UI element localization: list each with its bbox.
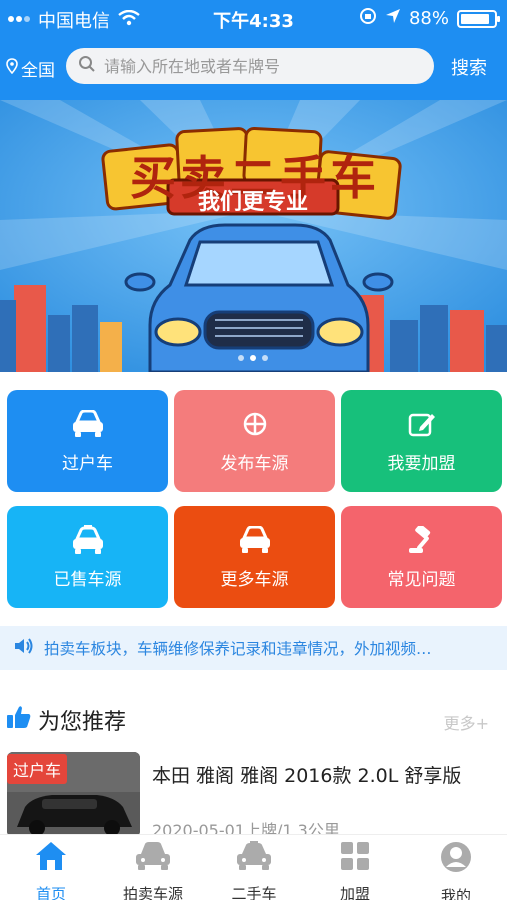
car-icon [71,409,105,439]
crosshair-icon [238,409,272,439]
taxi-icon [71,524,105,555]
tile-label: 我要加盟 [387,453,456,474]
tab-bar: 首页 拍卖车源 二手车 加盟 我的 [0,834,507,900]
more-link[interactable]: 更多+ [444,710,489,734]
tab-used-cars[interactable]: 二手车 [204,841,304,900]
tab-join[interactable]: 加盟 [305,841,405,900]
gavel-icon [405,525,439,555]
tab-auction-listings[interactable]: 拍卖车源 [103,841,203,900]
notice-text: 拍卖车板块，车辆维修保养记录和违章情况，外加视频… [44,640,432,658]
speaker-icon [14,637,34,659]
tab-label: 二手车 [231,885,277,900]
banner-illustration [0,100,507,372]
tile-label: 过户车 [62,453,113,474]
tile-sold-listings[interactable]: 已售车源 [7,506,168,608]
function-grid: 过户车 发布车源 我要加盟 已售车源 更多车源 常见问题 [7,390,502,610]
location-label: 全国 [21,61,55,81]
tile-label: 发布车源 [220,453,289,474]
banner-subheadline: 我们更专业 [197,190,308,215]
car-icon [238,525,272,555]
user-icon [440,841,472,877]
search-icon [78,55,96,77]
thumbs-up-icon [6,705,32,735]
search-box[interactable] [66,48,434,84]
tile-label: 常见问题 [387,569,456,590]
tile-transfer-car[interactable]: 过户车 [7,390,168,492]
battery-percent: 88% [408,8,449,29]
home-icon [34,841,68,875]
tile-faq[interactable]: 常见问题 [341,506,502,608]
tab-home[interactable]: 首页 [1,841,101,900]
tab-mine[interactable]: 我的 [406,841,506,900]
location-selector[interactable]: 全国 [6,56,55,81]
tab-label: 拍卖车源 [122,885,183,900]
promo-banner[interactable]: 买卖二手车 我们更专业 [0,100,507,372]
recommend-title-text: 为您推荐 [38,710,127,735]
status-right: 88% [359,7,500,30]
tile-publish-listing[interactable]: 发布车源 [174,390,335,492]
status-bar: 中国电信 下午4:33 88% [0,0,507,36]
recommend-title: 为您推荐 [6,704,126,736]
car-icon [134,841,172,875]
tab-label: 加盟 [339,885,370,900]
notice-bar[interactable]: 拍卖车板块，车辆维修保养记录和违章情况，外加视频… [0,626,507,670]
tile-more-listings[interactable]: 更多车源 [174,506,335,608]
edit-icon [405,409,439,439]
location-arrow-icon [385,8,401,29]
transfer-tag: 过户车 [7,754,68,784]
grid-icon [339,841,371,875]
car-title: 本田 雅阁 雅阁 2016款 2.0L 舒享版 [152,765,462,787]
tab-label: 我的 [440,887,471,900]
battery-icon [457,9,500,28]
tile-label: 已售车源 [53,569,122,590]
rotation-lock-icon [359,7,377,30]
location-pin-icon [6,58,18,79]
search-input[interactable] [104,56,424,76]
tab-label: 首页 [35,885,66,900]
list-item[interactable]: 过户车 本田 雅阁 雅阁 2016款 2.0L 舒享版 2020-05-01上牌… [0,752,507,842]
recommend-header: 为您推荐 更多+ [0,700,507,740]
tile-join[interactable]: 我要加盟 [341,390,502,492]
taxi-icon [235,841,273,875]
search-header: 全国 搜索 [0,36,507,100]
search-button[interactable]: 搜索 [451,54,487,80]
tile-label: 更多车源 [220,569,289,590]
